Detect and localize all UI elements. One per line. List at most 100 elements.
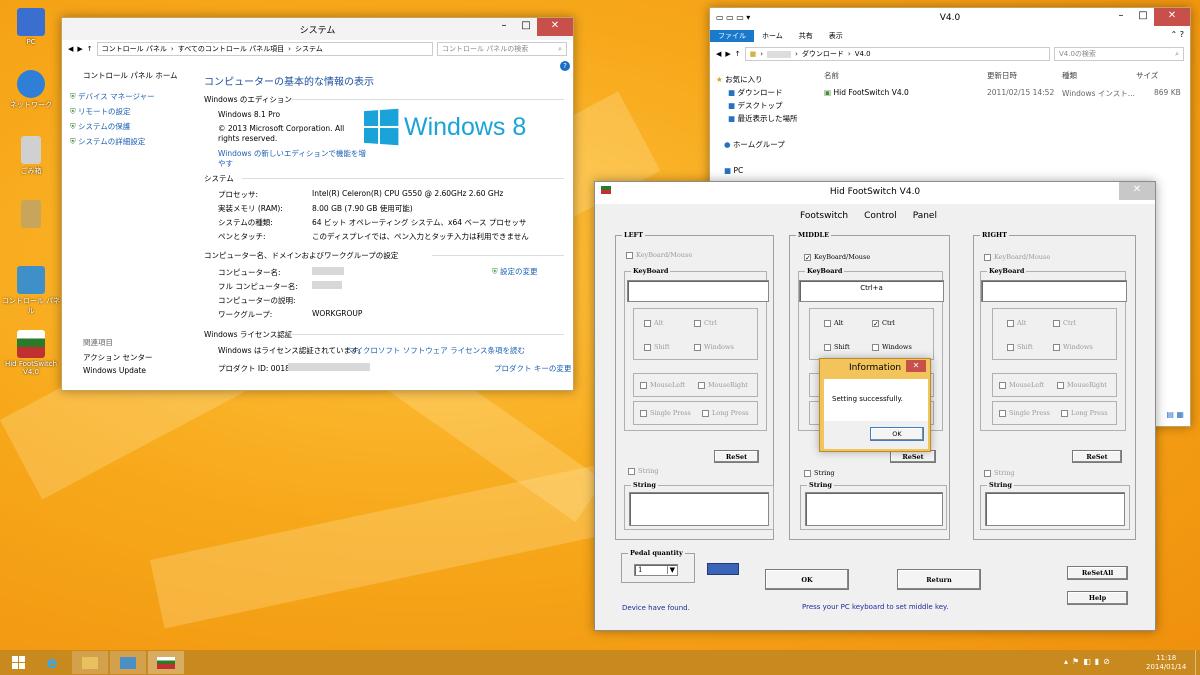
change-settings-link[interactable]: ⛨ 設定の変更 xyxy=(492,266,538,277)
tab-share[interactable]: 共有 xyxy=(791,30,821,42)
footswitch-titlebar[interactable]: Hid FootSwitch V4.0 ✕ xyxy=(595,182,1155,204)
right-alt-checkbox[interactable]: Alt xyxy=(1007,319,1026,327)
related-windows-update[interactable]: Windows Update xyxy=(83,366,146,375)
tab-view[interactable]: 表示 xyxy=(821,30,851,42)
new-edition-link-line2[interactable]: やす xyxy=(218,158,233,169)
system-titlebar[interactable]: システム – □ ✕ xyxy=(62,18,573,40)
back-icon[interactable]: ◀ xyxy=(68,45,73,53)
up-icon[interactable]: ↑ xyxy=(735,50,741,58)
taskbar-explorer[interactable] xyxy=(72,651,108,674)
desktop-icon-recycle-bin[interactable]: ごみ箱 xyxy=(0,136,62,176)
left-keyboard-field[interactable] xyxy=(627,280,769,302)
middle-keyboard-field[interactable]: Ctrl+a xyxy=(799,280,944,302)
right-ctrl-checkbox[interactable]: Ctrl xyxy=(1053,319,1076,327)
left-windows-checkbox[interactable]: Windows xyxy=(694,343,734,351)
help-button[interactable]: Help xyxy=(1067,591,1128,605)
license-terms-link[interactable]: マイクロソフト ソフトウェア ライセンス条項を読む xyxy=(348,345,525,356)
middle-windows-checkbox[interactable]: Windows xyxy=(872,343,912,351)
tray-clock[interactable]: 11:18 2014/01/14 xyxy=(1146,654,1186,672)
info-close-button[interactable]: ✕ xyxy=(906,360,926,372)
menu-panel[interactable]: Panel xyxy=(913,211,937,221)
left-long-press-checkbox[interactable]: Long Press xyxy=(702,409,749,417)
close-button[interactable]: ✕ xyxy=(537,18,573,36)
middle-alt-checkbox[interactable]: Alt xyxy=(824,319,843,327)
ribbon-help-icon[interactable]: ⌃ ? xyxy=(1171,30,1185,39)
middle-string-field[interactable] xyxy=(805,492,943,526)
column-size[interactable]: サイズ xyxy=(1136,70,1158,81)
up-icon[interactable]: ↑ xyxy=(87,45,93,53)
menu-control[interactable]: Control xyxy=(864,211,897,221)
menu-footswitch[interactable]: Footswitch xyxy=(800,211,848,221)
right-keyboard-mouse-checkbox[interactable]: KeyBoard/Mouse xyxy=(984,253,1050,261)
breadcrumb[interactable]: ■ › › ダウンロード › V4.0 xyxy=(744,47,1050,61)
help-icon[interactable]: ? xyxy=(560,61,570,71)
right-long-press-checkbox[interactable]: Long Press xyxy=(1061,409,1108,417)
sidebar-item-protection[interactable]: ⛨ システムの保護 xyxy=(70,121,130,132)
return-button[interactable]: Return xyxy=(897,569,981,590)
right-mouseleft-checkbox[interactable]: MouseLeft xyxy=(999,381,1044,389)
right-keyboard-field[interactable] xyxy=(981,280,1127,302)
left-reset-button[interactable]: ReSet xyxy=(714,450,759,463)
info-ok-button[interactable]: OK xyxy=(870,427,924,441)
left-alt-checkbox[interactable]: Alt xyxy=(644,319,663,327)
start-button[interactable] xyxy=(0,651,36,674)
forward-icon[interactable]: ▶ xyxy=(725,50,730,58)
left-shift-checkbox[interactable]: Shift xyxy=(644,343,670,351)
left-mouseright-checkbox[interactable]: MouseRight xyxy=(698,381,748,389)
right-single-press-checkbox[interactable]: Single Press xyxy=(999,409,1050,417)
nav-pc[interactable]: ■ PC xyxy=(724,166,743,175)
left-keyboard-mouse-checkbox[interactable]: KeyBoard/Mouse xyxy=(626,251,692,259)
left-ctrl-checkbox[interactable]: Ctrl xyxy=(694,319,717,327)
product-key-link[interactable]: プロダクト キーの変更 xyxy=(494,363,571,374)
search-input[interactable]: V4.0の検索 ⌕ xyxy=(1054,47,1184,61)
close-button[interactable]: ✕ xyxy=(1154,8,1190,26)
show-desktop-button[interactable] xyxy=(1195,650,1200,675)
right-string-checkbox[interactable]: String xyxy=(984,469,1015,477)
nav-recent[interactable]: ■ 最近表示した場所 xyxy=(728,113,797,124)
taskbar-ie[interactable]: e xyxy=(34,651,70,674)
right-shift-checkbox[interactable]: Shift xyxy=(1007,343,1033,351)
middle-shift-checkbox[interactable]: Shift xyxy=(824,343,850,351)
pedal-quantity-select[interactable]: 1 ▼ xyxy=(634,564,678,576)
view-toggle-icons[interactable]: ▤ ▦ xyxy=(1166,410,1184,419)
right-mouseright-checkbox[interactable]: MouseRight xyxy=(1057,381,1107,389)
desktop-icon-user[interactable] xyxy=(0,200,62,230)
sidebar-item-advanced[interactable]: ⛨ システムの詳細設定 xyxy=(70,136,145,147)
desktop-icon-pc[interactable]: PC xyxy=(0,8,62,46)
nav-homegroup[interactable]: ● ホームグループ xyxy=(724,139,785,150)
taskbar-control-panel[interactable] xyxy=(110,651,146,674)
left-string-field[interactable] xyxy=(629,492,769,526)
middle-string-checkbox[interactable]: String xyxy=(804,469,835,477)
sidebar-item-remote[interactable]: ⛨ リモートの設定 xyxy=(70,106,131,117)
back-icon[interactable]: ◀ xyxy=(716,50,721,58)
left-mouseleft-checkbox[interactable]: MouseLeft xyxy=(640,381,685,389)
desktop-icon-control-panel[interactable]: コントロール パネル xyxy=(0,266,62,316)
left-string-checkbox[interactable]: String xyxy=(628,467,659,475)
explorer-titlebar[interactable]: ▭ ▭ ▭ ▾ V4.0 – □ ✕ xyxy=(710,8,1190,30)
related-action-center[interactable]: アクション センター xyxy=(83,352,153,363)
column-date[interactable]: 更新日時 xyxy=(987,70,1017,81)
reset-all-button[interactable]: ReSetAll xyxy=(1067,566,1128,580)
minimize-button[interactable]: – xyxy=(493,18,515,36)
sidebar-home[interactable]: コントロール パネル ホーム xyxy=(83,70,178,81)
forward-icon[interactable]: ▶ xyxy=(77,45,82,53)
right-reset-button[interactable]: ReSet xyxy=(1072,450,1122,463)
info-titlebar[interactable]: Information ✕ xyxy=(820,359,930,377)
nav-downloads[interactable]: ■ ダウンロード xyxy=(728,87,782,98)
close-button[interactable]: ✕ xyxy=(1119,182,1155,200)
minimize-button[interactable]: – xyxy=(1110,8,1132,26)
desktop-icon-hid-footswitch[interactable]: Hid FootSwitch V4.0 xyxy=(0,330,62,376)
tab-file[interactable]: ファイル xyxy=(710,30,754,42)
breadcrumb[interactable]: コントロール パネル › すべてのコントロール パネル項目 › システム xyxy=(96,42,433,56)
column-name[interactable]: 名前 xyxy=(824,70,839,81)
taskbar-footswitch[interactable] xyxy=(148,651,184,674)
column-type[interactable]: 種類 xyxy=(1062,70,1077,81)
maximize-button[interactable]: □ xyxy=(515,18,537,36)
maximize-button[interactable]: □ xyxy=(1132,8,1154,26)
nav-favorites[interactable]: ★ お気に入り xyxy=(716,74,763,85)
tab-home[interactable]: ホーム xyxy=(754,30,791,42)
sidebar-item-device-manager[interactable]: ⛨ デバイス マネージャー xyxy=(70,91,155,102)
right-string-field[interactable] xyxy=(985,492,1125,526)
tray-icons[interactable]: ▴⚑◧▮⊘ xyxy=(1064,657,1114,666)
nav-desktop[interactable]: ■ デスクトップ xyxy=(728,100,782,111)
